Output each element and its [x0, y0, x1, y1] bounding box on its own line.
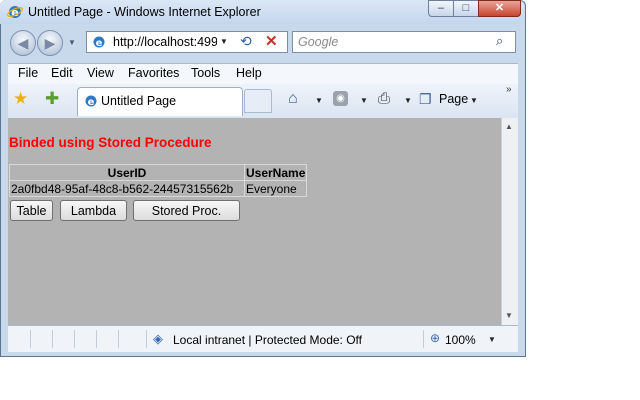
new-tab-button[interactable] — [244, 89, 272, 113]
refresh-icon[interactable]: ⟲ — [240, 33, 252, 50]
back-button[interactable]: ◀ — [10, 30, 36, 56]
scroll-down-icon[interactable]: ▼ — [505, 311, 513, 320]
stop-icon[interactable]: ✕ — [265, 32, 278, 50]
minimize-button[interactable]: – — [428, 0, 454, 17]
page-ie-icon: e — [93, 36, 105, 49]
status-divider — [423, 330, 424, 348]
more-tools-chevron-icon[interactable]: » — [506, 84, 512, 95]
favorites-star-icon[interactable]: ★ — [13, 89, 28, 109]
column-header-username: UserName — [243, 164, 308, 181]
scroll-up-icon[interactable]: ▲ — [505, 122, 513, 131]
stored-proc-button[interactable]: Stored Proc. — [133, 200, 240, 221]
users-grid: UserID UserName 2a0fbd48-95af-48c8-b562-… — [9, 164, 308, 197]
ie-logo-icon: e — [7, 6, 23, 19]
status-divider — [30, 330, 31, 348]
page-heading: Binded using Stored Procedure — [9, 135, 212, 150]
svg-text:e: e — [88, 97, 95, 108]
status-divider — [74, 330, 75, 348]
address-text[interactable]: http://localhost:499 — [113, 35, 217, 49]
menu-view[interactable]: View — [87, 66, 114, 80]
intranet-zone-icon[interactable]: ◈ — [153, 331, 163, 347]
tab-label[interactable]: Untitled Page — [101, 94, 176, 108]
zoom-level[interactable]: 100% — [445, 333, 476, 347]
column-header-userid: UserID — [9, 164, 245, 181]
menu-tools[interactable]: Tools — [191, 66, 220, 80]
status-divider — [146, 330, 147, 348]
page-menu-label[interactable]: Page — [439, 92, 468, 106]
menu-favorites[interactable]: Favorites — [128, 66, 179, 80]
svg-text:e: e — [96, 38, 103, 49]
forward-button[interactable]: ▶ — [37, 30, 63, 56]
window-title: Untitled Page - Windows Internet Explore… — [28, 5, 261, 19]
print-icon[interactable]: ⎙ — [378, 90, 390, 107]
cell-username: Everyone — [243, 180, 308, 197]
status-divider — [52, 330, 53, 348]
feeds-dropdown-icon[interactable]: ▼ — [360, 96, 368, 105]
search-placeholder[interactable]: Google — [298, 35, 338, 49]
table-button[interactable]: Table — [10, 200, 53, 221]
feeds-icon[interactable]: ◉ — [333, 91, 348, 106]
menu-file[interactable]: File — [18, 66, 38, 80]
grid-header-row: UserID UserName — [9, 164, 308, 181]
add-favorites-icon[interactable]: ✚ — [45, 89, 59, 109]
zoom-dropdown-icon[interactable]: ▼ — [488, 335, 496, 344]
menu-help[interactable]: Help — [236, 66, 262, 80]
close-window-button[interactable]: ✕ — [478, 0, 521, 17]
status-divider — [118, 330, 119, 348]
recent-pages-dropdown-icon[interactable]: ▼ — [68, 38, 76, 47]
home-icon[interactable]: ⌂ — [288, 90, 298, 108]
tab-ie-icon: e — [85, 95, 97, 108]
status-divider — [96, 330, 97, 348]
zoom-icon[interactable]: ⊕ — [430, 331, 440, 345]
vertical-scrollbar[interactable] — [501, 118, 518, 325]
print-dropdown-icon[interactable]: ▼ — [404, 96, 412, 105]
table-row: 2a0fbd48-95af-48c8-b562-24457315562b Eve… — [9, 180, 308, 197]
page-menu-icon[interactable]: ❐ — [419, 91, 432, 108]
maximize-button[interactable]: □ — [453, 0, 479, 17]
security-zone-status[interactable]: Local intranet | Protected Mode: Off — [173, 333, 362, 347]
search-icon[interactable]: ⌕ — [496, 33, 503, 49]
menu-bar — [8, 63, 518, 85]
address-dropdown-icon[interactable]: ▼ — [220, 37, 228, 46]
page-dropdown-icon[interactable]: ▼ — [470, 96, 478, 105]
home-dropdown-icon[interactable]: ▼ — [315, 96, 323, 105]
menu-edit[interactable]: Edit — [51, 66, 73, 80]
lambda-button[interactable]: Lambda — [60, 200, 127, 221]
cell-userid: 2a0fbd48-95af-48c8-b562-24457315562b — [9, 180, 245, 197]
